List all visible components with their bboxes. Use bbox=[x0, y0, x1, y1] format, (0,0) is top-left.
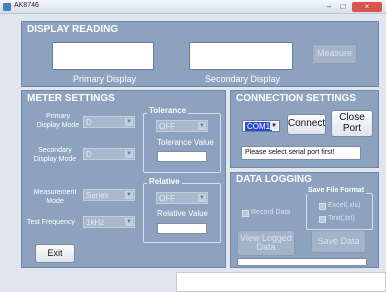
chevron-down-icon[interactable]: ▼ bbox=[125, 218, 133, 226]
connection-settings-header: CONNECTION SETTINGS bbox=[236, 93, 357, 104]
maximize-button[interactable]: □ bbox=[336, 2, 350, 12]
tolerance-select[interactable]: OFF ▼ bbox=[156, 120, 208, 132]
connect-button[interactable]: Connect bbox=[287, 114, 326, 135]
text-checkbox[interactable] bbox=[319, 216, 326, 223]
connection-status-message: Please select serial port first! bbox=[241, 146, 361, 160]
relative-select[interactable]: OFF ▼ bbox=[156, 192, 208, 204]
excel-checkbox[interactable] bbox=[319, 203, 326, 210]
chevron-down-icon[interactable]: ▼ bbox=[125, 118, 133, 126]
port-value: COM1 bbox=[245, 122, 273, 131]
secondary-mode-value: D bbox=[86, 150, 92, 159]
measurement-mode-label: Measurement Mode bbox=[33, 189, 77, 205]
relative-value-label: Relative Value bbox=[157, 209, 208, 218]
relative-value: OFF bbox=[159, 194, 175, 203]
chevron-down-icon[interactable]: ▼ bbox=[125, 150, 133, 158]
secondary-display bbox=[189, 42, 293, 70]
secondary-mode-select[interactable]: D ▼ bbox=[83, 148, 135, 160]
data-logging-header: DATA LOGGING bbox=[236, 174, 312, 185]
save-file-format-group bbox=[306, 193, 373, 230]
app-icon bbox=[3, 3, 11, 11]
port-select[interactable]: COM1 ▼ bbox=[242, 120, 280, 132]
display-reading-header: DISPLAY READING bbox=[27, 24, 119, 35]
tolerance-value: OFF bbox=[159, 122, 175, 131]
save-data-button[interactable]: Save Data bbox=[311, 230, 366, 253]
primary-mode-value: D bbox=[86, 118, 92, 127]
save-file-format-header: Save File Format bbox=[306, 187, 367, 194]
text-label: Text(.txt) bbox=[328, 215, 355, 222]
tolerance-header: Tolerance bbox=[147, 106, 189, 115]
primary-mode-label: Primary Display Mode bbox=[36, 113, 80, 129]
record-data-checkbox[interactable] bbox=[242, 210, 249, 217]
minimize-button[interactable]: – bbox=[322, 2, 336, 12]
relative-value-input[interactable] bbox=[157, 223, 207, 234]
test-frequency-value: 1kHz bbox=[86, 218, 105, 227]
primary-display-label: Primary Display bbox=[73, 74, 137, 84]
status-bar bbox=[176, 272, 386, 292]
secondary-mode-label: Secondary Display Mode bbox=[33, 147, 77, 163]
meter-settings-header: METER SETTINGS bbox=[27, 93, 115, 104]
excel-label: Excel(.xls) bbox=[328, 202, 361, 209]
logging-progress-bar bbox=[237, 258, 367, 266]
primary-mode-select[interactable]: D ▼ bbox=[83, 116, 135, 128]
record-data-label: Record Data bbox=[251, 209, 291, 216]
tolerance-value-label: Tolerance Value bbox=[157, 138, 214, 147]
primary-display bbox=[52, 42, 154, 70]
exit-button[interactable]: Exit bbox=[35, 244, 75, 263]
close-window-button[interactable]: × bbox=[352, 2, 382, 12]
tolerance-value-input[interactable] bbox=[157, 151, 207, 162]
chevron-down-icon[interactable]: ▼ bbox=[125, 191, 133, 199]
window-title: AK8746 bbox=[14, 2, 39, 9]
view-logged-data-button[interactable]: View Logged Data bbox=[237, 230, 295, 256]
test-frequency-label: Test Frequency bbox=[27, 219, 75, 226]
chevron-down-icon[interactable]: ▼ bbox=[198, 194, 206, 202]
measurement-mode-select[interactable]: Series ▼ bbox=[83, 189, 135, 201]
test-frequency-select[interactable]: 1kHz ▼ bbox=[83, 216, 135, 228]
close-port-button[interactable]: Close Port bbox=[331, 110, 373, 137]
measure-button[interactable]: Measure bbox=[312, 44, 357, 64]
secondary-display-label: Secondary Display bbox=[205, 74, 281, 84]
chevron-down-icon[interactable]: ▼ bbox=[198, 122, 206, 130]
chevron-down-icon[interactable]: ▼ bbox=[270, 122, 278, 130]
measurement-mode-value: Series bbox=[86, 191, 109, 200]
relative-header: Relative bbox=[147, 177, 182, 186]
